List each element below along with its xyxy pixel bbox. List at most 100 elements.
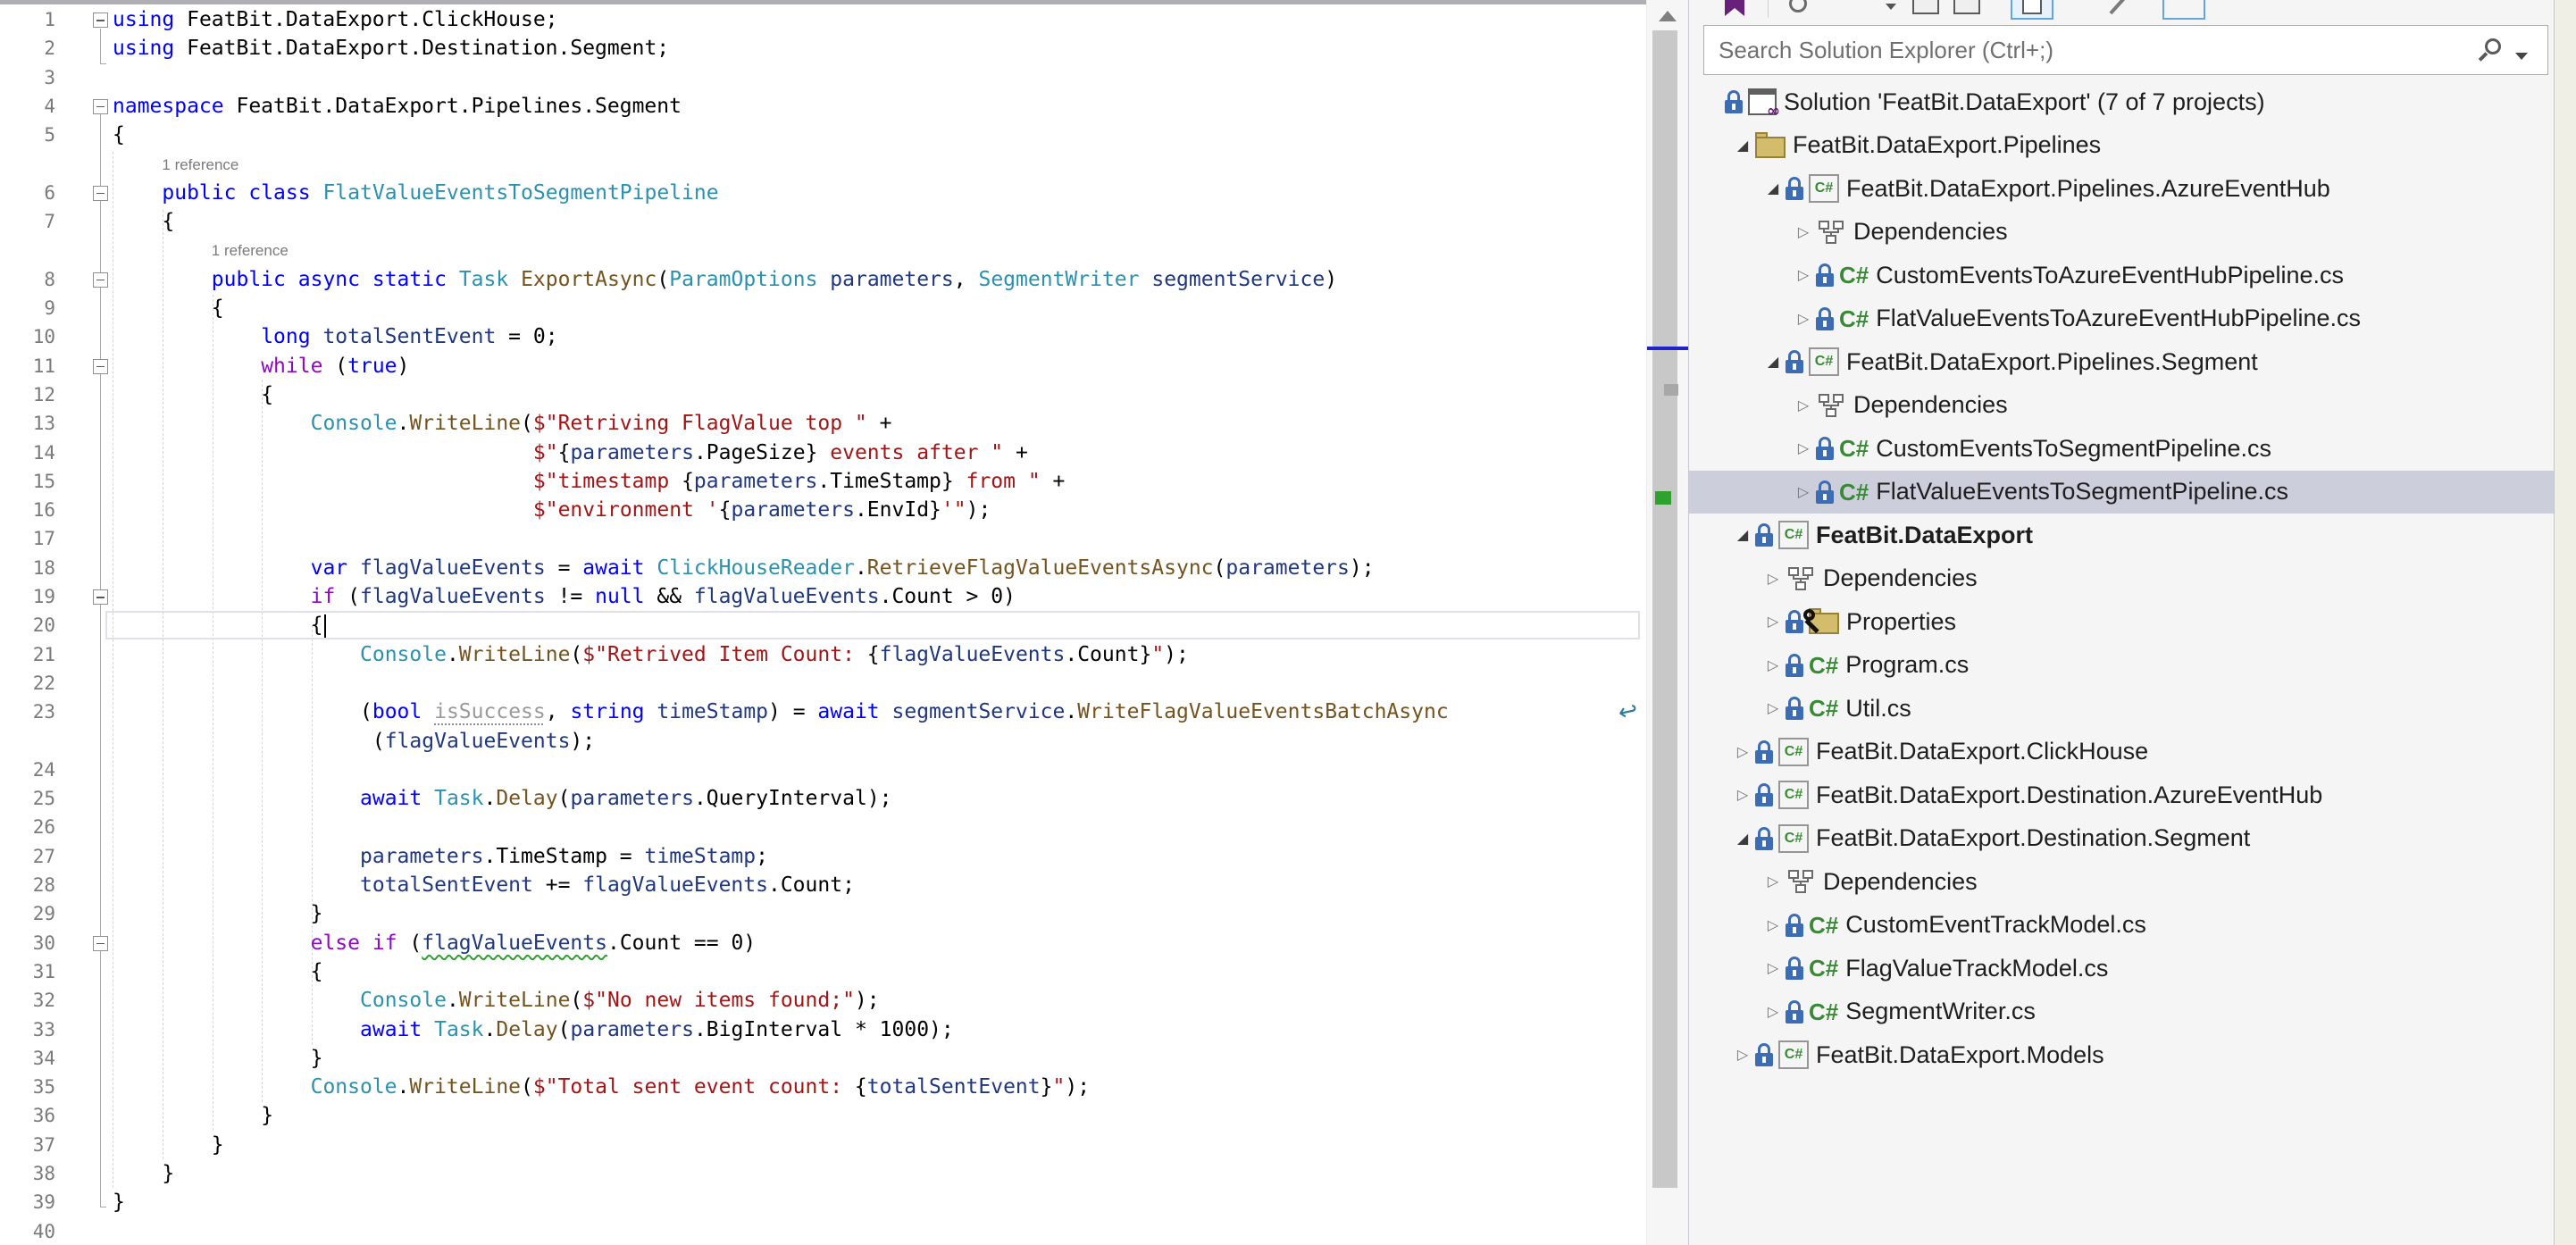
code-line[interactable]: 9{ (0, 294, 1646, 323)
tree-item-featbit-dataexport[interactable]: ◢C#FeatBit.DataExport (1689, 514, 2554, 556)
tree-item-segmentwriter-cs[interactable]: ▷C#SegmentWriter.cs (1689, 990, 2554, 1033)
code-line[interactable]: 40 (0, 1217, 1646, 1245)
code-line[interactable]: 22 (0, 669, 1646, 698)
code-line[interactable]: 2using FeatBit.DataExport.Destination.Se… (0, 34, 1646, 63)
code-line[interactable]: 19if (flagValueEvents != null && flagVal… (0, 582, 1646, 612)
code-line[interactable]: 6public class FlatValueEventsToSegmentPi… (0, 179, 1646, 208)
chevron-collapsed-icon[interactable]: ▷ (1791, 266, 1816, 284)
home-icon[interactable] (1725, 0, 1744, 16)
code-line[interactable]: 15$"timestamp {parameters.TimeStamp} fro… (0, 467, 1646, 497)
solution-explorer-search[interactable] (1703, 25, 2548, 75)
chevron-collapsed-icon[interactable]: ▷ (1791, 397, 1816, 414)
chevron-collapsed-icon[interactable]: ▷ (1791, 223, 1816, 241)
tree-item-featbit-dataexport-clickhouse[interactable]: ▷C#FeatBit.DataExport.ClickHouse (1689, 731, 2554, 773)
chevron-collapsed-icon[interactable]: ▷ (1791, 439, 1816, 457)
chevron-collapsed-icon[interactable]: ▷ (1761, 959, 1786, 977)
chevron-collapsed-icon[interactable]: ▷ (1761, 1003, 1786, 1021)
tree-item-program-cs[interactable]: ▷C#Program.cs (1689, 644, 2554, 687)
code-line[interactable]: 8public async static Task ExportAsync(Pa… (0, 265, 1646, 295)
codelens-row[interactable]: 1 reference (0, 236, 1646, 265)
chevron-collapsed-icon[interactable]: ▷ (1761, 699, 1786, 717)
fold-collapse-box[interactable] (93, 589, 108, 605)
fold-collapse-box[interactable] (93, 272, 108, 288)
code-line[interactable]: 35Console.WriteLine($"Total sent event c… (0, 1073, 1646, 1102)
codelens-references-link[interactable]: 1 reference (162, 150, 238, 180)
codelens-references-link[interactable]: 1 reference (212, 236, 289, 265)
code-line[interactable]: 17 (0, 524, 1646, 554)
scrollbar-up-arrow-icon[interactable] (1659, 11, 1677, 21)
code-line[interactable]: 18var flagValueEvents = await ClickHouse… (0, 554, 1646, 583)
editor-vertical-scrollbar[interactable] (1646, 0, 1688, 1245)
code-line[interactable]: 31{ (0, 957, 1646, 987)
search-input[interactable] (1717, 26, 2462, 74)
edit-pencil-icon[interactable] (2109, 0, 2126, 14)
tree-item-featbit-dataexport-pipelines-azureeventhub[interactable]: ◢C#FeatBit.DataExport.Pipelines.AzureEve… (1689, 167, 2554, 210)
tree-item-flagvaluetrackmodel-cs[interactable]: ▷C#FlagValueTrackModel.cs (1689, 947, 2554, 990)
tree-item-customeventstosegmentpipeline-cs[interactable]: ▷C#CustomEventsToSegmentPipeline.cs (1689, 427, 2554, 470)
code-line[interactable]: 14$"{parameters.PageSize} events after "… (0, 439, 1646, 468)
refresh-icon[interactable] (1789, 0, 1807, 13)
code-line[interactable]: 27parameters.TimeStamp = timeStamp; (0, 842, 1646, 872)
tree-item-dependencies[interactable]: ▷Dependencies (1689, 557, 2554, 600)
codelens-row[interactable]: 1 reference (0, 150, 1646, 180)
tree-item-dependencies[interactable]: ▷Dependencies (1689, 860, 2554, 903)
chevron-expanded-icon[interactable]: ◢ (1761, 353, 1786, 371)
tree-item-solution-featbit-dataexport-7-of-7-projects[interactable]: ∞Solution 'FeatBit.DataExport' (7 of 7 p… (1689, 80, 2554, 123)
fold-collapse-box[interactable] (93, 13, 108, 28)
code-line[interactable]: 39} (0, 1188, 1646, 1217)
code-line[interactable]: 10long totalSentEvent = 0; (0, 322, 1646, 352)
fold-collapse-box[interactable] (93, 186, 108, 201)
code-line[interactable]: 3 (0, 63, 1646, 93)
chevron-collapsed-icon[interactable]: ▷ (1761, 916, 1786, 934)
search-icon[interactable] (2485, 38, 2501, 54)
sync-with-active-document-icon[interactable] (2011, 0, 2053, 20)
tree-item-util-cs[interactable]: ▷C#Util.cs (1689, 687, 2554, 730)
chevron-collapsed-icon[interactable]: ▷ (1730, 786, 1755, 804)
code-editor[interactable]: 1using FeatBit.DataExport.ClickHouse;2us… (0, 0, 1646, 1245)
chevron-expanded-icon[interactable]: ◢ (1730, 526, 1755, 544)
chevron-collapsed-icon[interactable]: ▷ (1791, 483, 1816, 501)
tree-item-featbit-dataexport-pipelines[interactable]: ◢FeatBit.DataExport.Pipelines (1689, 124, 2554, 167)
code-line[interactable]: 5{ (0, 121, 1646, 150)
code-line[interactable]: 32Console.WriteLine($"No new items found… (0, 986, 1646, 1015)
tree-item-featbit-dataexport-models[interactable]: ▷C#FeatBit.DataExport.Models (1689, 1033, 2554, 1076)
chevron-collapsed-icon[interactable]: ▷ (1761, 656, 1786, 674)
fold-collapse-box[interactable] (93, 359, 108, 374)
chevron-collapsed-icon[interactable]: ▷ (1730, 1046, 1755, 1064)
code-line[interactable]: 1using FeatBit.DataExport.ClickHouse; (0, 5, 1646, 35)
code-line[interactable]: 25await Task.Delay(parameters.QueryInter… (0, 784, 1646, 814)
collapse-all-icon[interactable] (1912, 0, 1939, 14)
code-line[interactable]: 7{ (0, 207, 1646, 237)
tree-item-flatvalueeventstoazureeventhubpipeline-cs[interactable]: ▷C#FlatValueEventsToAzureEventHubPipelin… (1689, 297, 2554, 340)
tree-item-featbit-dataexport-destination-segment[interactable]: ◢C#FeatBit.DataExport.Destination.Segmen… (1689, 817, 2554, 860)
tree-item-properties[interactable]: ▷Properties (1689, 600, 2554, 643)
code-line[interactable]: 29} (0, 899, 1646, 929)
solution-explorer-scrollbar[interactable] (2554, 0, 2576, 1245)
code-line[interactable]: 38} (0, 1159, 1646, 1189)
chevron-expanded-icon[interactable]: ◢ (1761, 180, 1786, 197)
show-all-files-icon[interactable] (1953, 0, 1980, 14)
code-line[interactable]: 11while (true) (0, 352, 1646, 381)
tree-item-dependencies[interactable]: ▷Dependencies (1689, 211, 2554, 254)
scrollbar-thumb[interactable] (1652, 30, 1677, 1188)
code-line[interactable]: 20{ (0, 611, 1646, 640)
chevron-collapsed-icon[interactable]: ▷ (1761, 873, 1786, 890)
code-line[interactable]: 33await Task.Delay(parameters.BigInterva… (0, 1015, 1646, 1045)
chevron-collapsed-icon[interactable]: ▷ (1791, 310, 1816, 328)
tree-item-featbit-dataexport-pipelines-segment[interactable]: ◢C#FeatBit.DataExport.Pipelines.Segment (1689, 340, 2554, 383)
code-line[interactable]: 13Console.WriteLine($"Retriving FlagValu… (0, 409, 1646, 439)
chevron-collapsed-icon[interactable]: ▷ (1761, 570, 1786, 588)
search-options-caret-icon[interactable] (2515, 53, 2528, 60)
chevron-expanded-icon[interactable]: ◢ (1730, 830, 1755, 848)
code-line[interactable]: 26 (0, 813, 1646, 842)
code-line[interactable]: 28totalSentEvent += flagValueEvents.Coun… (0, 871, 1646, 900)
chevron-collapsed-icon[interactable]: ▷ (1761, 613, 1786, 631)
code-line[interactable]: 23(bool isSuccess, string timeStamp) = a… (0, 698, 1646, 727)
fold-collapse-box[interactable] (93, 936, 108, 951)
code-line[interactable]: 34} (0, 1044, 1646, 1074)
fold-collapse-box[interactable] (93, 99, 108, 114)
code-line[interactable]: (flagValueEvents); (0, 727, 1646, 756)
code-line[interactable]: 21Console.WriteLine($"Retrived Item Coun… (0, 640, 1646, 670)
code-line[interactable]: 37} (0, 1131, 1646, 1160)
tree-item-customeventtrackmodel-cs[interactable]: ▷C#CustomEventTrackModel.cs (1689, 904, 2554, 947)
